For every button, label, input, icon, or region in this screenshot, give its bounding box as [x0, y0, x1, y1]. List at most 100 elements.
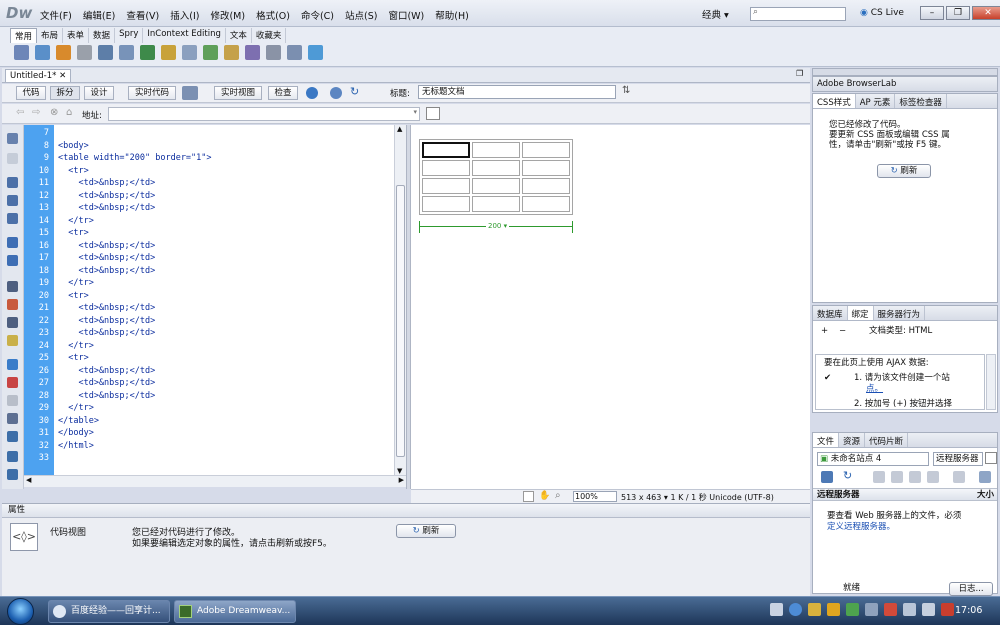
server-include-icon[interactable] — [203, 45, 218, 60]
collapse-tag-icon[interactable] — [7, 177, 18, 188]
multiscreen-icon[interactable] — [182, 86, 198, 100]
scroll-up-icon[interactable]: ▲ — [397, 125, 402, 133]
antivirus-icon[interactable] — [884, 603, 897, 616]
code-line[interactable]: <td>&nbsp;</td> — [58, 241, 155, 251]
code-line[interactable]: <td>&nbsp;</td> — [58, 253, 155, 263]
tab-files[interactable]: 文件 — [813, 433, 840, 447]
tab-tag-inspector[interactable]: 标签检查器 — [895, 94, 947, 108]
window-size-info[interactable]: 513 x 463 ▾ 1 K / 1 秒 Unicode (UTF-8) — [621, 492, 774, 503]
file-management-icon[interactable]: ⇅ — [622, 85, 630, 96]
address-input[interactable]: ▾ — [108, 107, 420, 121]
code-line[interactable]: </tr> — [58, 403, 94, 413]
start-button[interactable] — [7, 598, 34, 625]
table-cell[interactable] — [472, 178, 520, 194]
step1-link[interactable]: 点。 — [866, 384, 883, 395]
table-width-ruler[interactable]: 200 ▾ — [419, 221, 573, 233]
minimize-icon[interactable]: – — [920, 6, 944, 20]
scroll-thumb[interactable] — [396, 185, 405, 457]
design-table[interactable] — [419, 139, 573, 215]
code-horizontal-scrollbar[interactable]: ◀ ▶ — [24, 475, 406, 487]
clock[interactable]: 17:06 — [955, 605, 982, 616]
code-line[interactable]: <td>&nbsp;</td> — [58, 316, 155, 326]
tab-assets[interactable]: 资源 — [839, 433, 866, 447]
menu-window[interactable]: 窗口(W) — [388, 8, 424, 22]
bindings-scrollbar[interactable] — [986, 354, 996, 410]
checkin-icon[interactable] — [927, 471, 939, 483]
expand-icon[interactable] — [979, 471, 991, 483]
connect-icon[interactable] — [821, 471, 833, 483]
address-dropdown-icon[interactable]: ▾ — [413, 108, 417, 116]
tag-chooser-icon[interactable] — [308, 45, 323, 60]
remove-comment-icon[interactable] — [7, 377, 18, 388]
line-number[interactable]: 17 — [24, 253, 49, 263]
zoom-tool-icon[interactable]: ⌕ — [555, 490, 561, 501]
cs-live-button[interactable]: ◉ CS Live — [860, 8, 904, 18]
line-number[interactable]: 32 — [24, 441, 49, 451]
line-number[interactable]: 14 — [24, 216, 49, 226]
table-cell[interactable] — [522, 178, 570, 194]
restore-doc-icon[interactable]: ❐ — [796, 69, 803, 78]
line-number[interactable]: 15 — [24, 228, 49, 238]
remove-binding-icon[interactable]: − — [839, 326, 846, 337]
code-line[interactable]: <tr> — [58, 291, 88, 301]
open-documents-icon[interactable] — [7, 133, 18, 144]
outdent-icon[interactable] — [7, 469, 18, 480]
menu-help[interactable]: 帮助(H) — [435, 8, 469, 22]
expand-all-icon[interactable] — [7, 213, 18, 224]
line-number[interactable]: 30 — [24, 416, 49, 426]
checkout-icon[interactable] — [909, 471, 921, 483]
table-cell[interactable] — [522, 160, 570, 176]
sync-icon[interactable] — [953, 471, 965, 483]
design-view[interactable]: 200 ▾ — [411, 125, 810, 489]
code-line[interactable]: <td>&nbsp;</td> — [58, 266, 155, 276]
line-number[interactable]: 11 — [24, 178, 49, 188]
hr-icon[interactable] — [77, 45, 92, 60]
tab-spry[interactable]: Spry — [115, 28, 144, 43]
taskbar-item-dreamweaver[interactable]: Adobe Dreamweav... — [174, 600, 296, 623]
table-cell[interactable] — [472, 142, 520, 158]
line-number[interactable]: 7 — [24, 128, 49, 138]
line-number[interactable]: 22 — [24, 316, 49, 326]
highlight-invalid-icon[interactable] — [7, 299, 18, 310]
code-line[interactable]: <td>&nbsp;</td> — [58, 378, 155, 388]
settings-tray-icon[interactable] — [865, 603, 878, 616]
code-line[interactable]: <tr> — [58, 228, 88, 238]
div-icon[interactable] — [119, 45, 134, 60]
line-number[interactable]: 13 — [24, 203, 49, 213]
table-cell[interactable] — [472, 160, 520, 176]
power-icon[interactable] — [941, 603, 954, 616]
tab-databases[interactable]: 数据库 — [813, 306, 848, 320]
tab-server-behaviors[interactable]: 服务器行为 — [874, 306, 926, 320]
move-css-icon[interactable] — [7, 431, 18, 442]
tab-css-styles[interactable]: CSS样式 — [813, 94, 856, 108]
log-button[interactable]: 日志... — [949, 582, 993, 596]
line-number[interactable]: 27 — [24, 378, 49, 388]
code-line[interactable]: </tr> — [58, 216, 94, 226]
title-input[interactable]: 无标题文档 — [418, 85, 616, 99]
menu-commands[interactable]: 命令(C) — [301, 8, 334, 22]
code-line[interactable]: <td>&nbsp;</td> — [58, 366, 155, 376]
line-number[interactable]: 12 — [24, 191, 49, 201]
table-cell[interactable] — [422, 178, 470, 194]
hyperlink-icon[interactable] — [14, 45, 29, 60]
sync-tray-icon[interactable] — [846, 603, 859, 616]
apply-comment-icon[interactable] — [7, 359, 18, 370]
tab-text[interactable]: 文本 — [226, 28, 252, 43]
line-number[interactable]: 33 — [24, 453, 49, 463]
document-tab[interactable]: Untitled-1* ✕ — [5, 69, 72, 82]
css-refresh-button[interactable]: ↻ 刷新 — [877, 164, 931, 178]
help-search-input[interactable]: ⌕ — [750, 7, 846, 21]
split-view-button[interactable]: 拆分 — [50, 86, 80, 100]
restore-icon[interactable]: ❐ — [946, 6, 970, 20]
collapse-selection-icon[interactable] — [7, 195, 18, 206]
back-icon[interactable]: ⇦ — [16, 107, 24, 118]
comment-icon[interactable] — [224, 45, 239, 60]
tab-favorites[interactable]: 收藏夹 — [252, 28, 287, 43]
put-files-icon[interactable] — [891, 471, 903, 483]
line-number[interactable]: 19 — [24, 278, 49, 288]
head-icon[interactable] — [245, 45, 260, 60]
inspect-button[interactable]: 检查 — [268, 86, 298, 100]
wrap-tag-icon[interactable] — [7, 395, 18, 406]
recent-snippets-icon[interactable] — [7, 413, 18, 424]
shield-icon[interactable] — [827, 603, 840, 616]
